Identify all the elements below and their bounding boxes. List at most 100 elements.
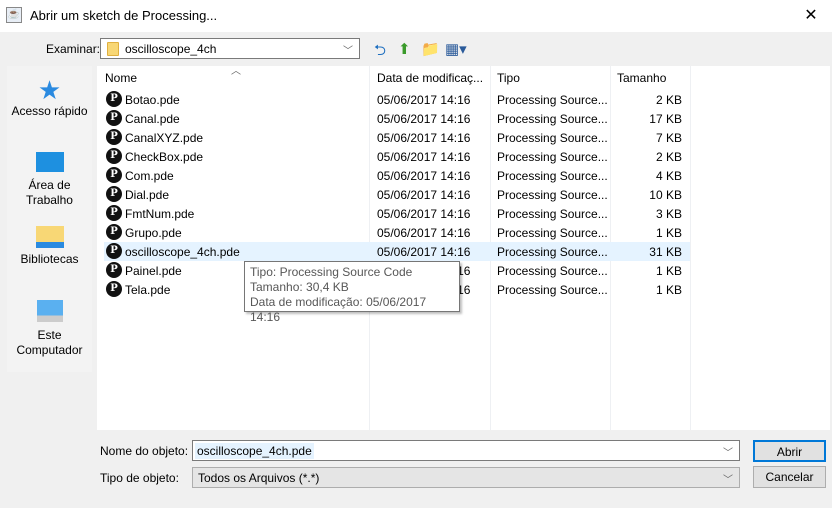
file-size: 1 KB <box>655 226 682 240</box>
tooltip-date: Data de modificação: 05/06/2017 14:16 <box>250 295 427 324</box>
processing-file-icon: P <box>106 91 122 107</box>
title-bar: ☕ Abrir um sketch de Processing... ✕ <box>0 0 832 32</box>
file-size: 4 KB <box>655 169 682 183</box>
tooltip-size: Tamanho: 30,4 KB <box>250 280 349 294</box>
up-folder-icon[interactable]: ⬆ <box>398 40 411 58</box>
file-type: Processing Source... <box>497 188 608 202</box>
processing-file-icon: P <box>106 205 122 221</box>
file-name: Botao.pde <box>125 93 180 107</box>
file-size: 10 KB <box>649 188 682 202</box>
file-date: 05/06/2017 14:16 <box>377 169 471 183</box>
file-row[interactable]: P oscilloscope_4ch.pde 05/06/2017 14:16 … <box>104 242 690 261</box>
file-type: Processing Source... <box>497 207 608 221</box>
file-name: FmtNum.pde <box>125 207 195 221</box>
java-app-icon: ☕ <box>6 7 22 23</box>
place-label: Área de Trabalho <box>26 178 73 207</box>
column-header-size[interactable]: Tamanho <box>617 71 666 85</box>
computer-icon <box>36 300 63 322</box>
processing-file-icon: P <box>106 186 122 202</box>
filetype-select[interactable]: Todos os Arquivos (*.*) ﹀ <box>192 467 740 488</box>
filetype-label: Tipo de objeto: <box>100 471 179 485</box>
file-row[interactable]: P Canal.pde 05/06/2017 14:16 Processing … <box>104 109 690 128</box>
open-button[interactable]: Abrir <box>753 440 826 462</box>
processing-file-icon: P <box>106 167 122 183</box>
file-type: Processing Source... <box>497 245 608 259</box>
column-header-name[interactable]: Nome <box>105 71 137 85</box>
folder-icon <box>107 42 119 56</box>
file-name: CanalXYZ.pde <box>125 131 204 145</box>
libraries-icon <box>35 226 64 248</box>
place-label: Bibliotecas <box>20 252 79 266</box>
file-row[interactable]: P Com.pde 05/06/2017 14:16 Processing So… <box>104 166 690 185</box>
new-folder-icon[interactable]: 📁 <box>421 40 440 58</box>
file-tooltip: Tipo: Processing Source Code Tamanho: 30… <box>244 261 460 324</box>
file-name: oscilloscope_4ch.pde <box>125 245 240 259</box>
place-libraries[interactable]: Bibliotecas <box>7 226 92 267</box>
file-name: Grupo.pde <box>125 226 182 240</box>
file-type: Processing Source... <box>497 93 608 107</box>
file-name: Tela.pde <box>125 283 171 297</box>
sort-ascending-icon: ︿ <box>231 66 241 77</box>
file-type: Processing Source... <box>497 264 608 278</box>
file-type: Processing Source... <box>497 150 608 164</box>
file-name: Painel.pde <box>125 264 182 278</box>
star-icon: ★ <box>37 75 62 105</box>
view-menu-icon[interactable]: ▦▾ <box>445 40 467 58</box>
places-bar: ★ Acesso rápido Área de Trabalho Bibliot… <box>7 66 92 372</box>
file-date: 05/06/2017 14:16 <box>377 112 471 126</box>
processing-file-icon: P <box>106 224 122 240</box>
file-size: 3 KB <box>655 207 682 221</box>
place-quick-access[interactable]: ★ Acesso rápido <box>7 76 92 119</box>
file-name: Dial.pde <box>125 188 170 202</box>
tooltip-type: Tipo: Processing Source Code <box>250 265 413 279</box>
look-in-label: Examinar: <box>46 42 101 56</box>
file-name: CheckBox.pde <box>125 150 204 164</box>
file-type: Processing Source... <box>497 169 608 183</box>
file-size: 1 KB <box>655 283 682 297</box>
chevron-down-icon[interactable]: ﹀ <box>723 444 733 459</box>
filename-input[interactable]: oscilloscope_4ch.pde ﹀ <box>192 440 740 461</box>
file-name: Com.pde <box>125 169 174 183</box>
file-row[interactable]: P Grupo.pde 05/06/2017 14:16 Processing … <box>104 223 690 242</box>
file-row[interactable]: P CanalXYZ.pde 05/06/2017 14:16 Processi… <box>104 128 690 147</box>
file-size: 1 KB <box>655 264 682 278</box>
processing-file-icon: P <box>106 129 122 145</box>
file-size: 17 KB <box>649 112 682 126</box>
look-in-combo[interactable]: oscilloscope_4ch ﹀ <box>100 38 360 59</box>
filename-value: oscilloscope_4ch.pde <box>195 443 314 459</box>
file-list[interactable]: ︿ Nome Data de modificaç... Tipo Tamanho… <box>97 66 830 430</box>
file-date: 05/06/2017 14:16 <box>377 245 471 259</box>
file-date: 05/06/2017 14:16 <box>377 93 471 107</box>
file-size: 7 KB <box>655 131 682 145</box>
file-date: 05/06/2017 14:16 <box>377 188 471 202</box>
file-row[interactable]: P CheckBox.pde 05/06/2017 14:16 Processi… <box>104 147 690 166</box>
file-size: 2 KB <box>655 93 682 107</box>
filetype-value: Todos os Arquivos (*.*) <box>198 471 320 485</box>
close-button[interactable]: ✕ <box>796 4 826 28</box>
chevron-down-icon: ﹀ <box>723 475 733 486</box>
file-row[interactable]: P Botao.pde 05/06/2017 14:16 Processing … <box>104 90 690 109</box>
place-desktop[interactable]: Área de Trabalho <box>7 152 92 208</box>
processing-file-icon: P <box>106 110 122 126</box>
back-icon[interactable]: ⮌ <box>374 40 386 65</box>
chevron-down-icon: ﹀ <box>343 46 353 57</box>
column-header-date[interactable]: Data de modificaç... <box>377 71 483 85</box>
look-in-value: oscilloscope_4ch <box>125 42 217 56</box>
file-date: 05/06/2017 14:16 <box>377 131 471 145</box>
processing-file-icon: P <box>106 281 122 297</box>
place-label: Acesso rápido <box>11 104 88 118</box>
file-date: 05/06/2017 14:16 <box>377 207 471 221</box>
file-date: 05/06/2017 14:16 <box>377 150 471 164</box>
desktop-icon <box>35 152 64 172</box>
place-computer[interactable]: Este Computador <box>7 300 92 358</box>
column-header-type[interactable]: Tipo <box>497 71 520 85</box>
cancel-button[interactable]: Cancelar <box>753 466 826 488</box>
file-row[interactable]: P Dial.pde 05/06/2017 14:16 Processing S… <box>104 185 690 204</box>
processing-file-icon: P <box>106 243 122 259</box>
file-type: Processing Source... <box>497 112 608 126</box>
file-date: 05/06/2017 14:16 <box>377 226 471 240</box>
file-row[interactable]: P FmtNum.pde 05/06/2017 14:16 Processing… <box>104 204 690 223</box>
processing-file-icon: P <box>106 262 122 278</box>
window-title: Abrir um sketch de Processing... <box>30 8 218 23</box>
file-name: Canal.pde <box>125 112 180 126</box>
